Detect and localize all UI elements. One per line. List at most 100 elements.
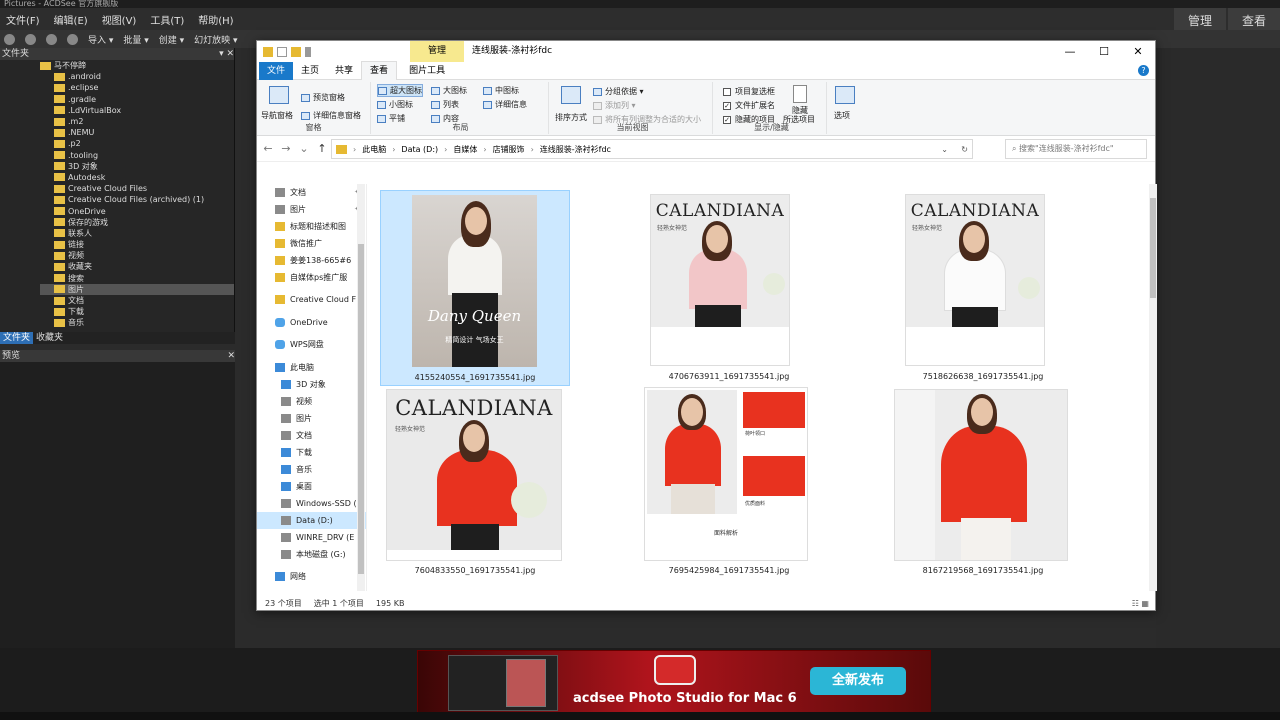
crumb-current[interactable]: 连线服装-涤衬衫fdc xyxy=(540,144,611,155)
nav-item[interactable]: Creative Cloud F xyxy=(257,291,366,308)
address-dropdown-icon[interactable]: ⌄ xyxy=(941,145,948,154)
up-icon[interactable] xyxy=(67,33,78,45)
recent-chevron-icon[interactable]: ⌄ xyxy=(297,142,311,155)
tab-share[interactable]: 共享 xyxy=(327,62,361,80)
tab-manage[interactable]: 管理 xyxy=(410,41,464,62)
folder-tree-item[interactable]: .eclipse xyxy=(40,82,234,93)
nav-scrollbar[interactable] xyxy=(357,184,365,591)
up-arrow-icon[interactable]: ↑ xyxy=(315,142,329,155)
forward-arrow-icon[interactable]: → xyxy=(279,142,293,155)
import-button[interactable]: 导入 ▾ xyxy=(88,33,113,46)
folder-tree-item[interactable]: .android xyxy=(40,71,234,82)
preview-pane-button[interactable]: 预览窗格 xyxy=(301,92,345,103)
nav-pane-button[interactable]: 导航窗格 xyxy=(261,110,293,121)
address-bar[interactable]: › 此电脑 › Data (D:) › 自媒体 › 店铺服饰 › 连线服装-涤衬衫fdc … xyxy=(331,139,973,159)
nav-item[interactable]: Data (D:) xyxy=(257,511,366,529)
back-arrow-icon[interactable]: ← xyxy=(261,142,275,155)
mode-manage-tab[interactable]: 管理 xyxy=(1173,8,1226,30)
slideshow-button[interactable]: 幻灯放映 ▾ xyxy=(194,33,237,46)
folder-tree-item[interactable]: .tooling xyxy=(40,150,234,161)
maximize-button[interactable]: ☐ xyxy=(1087,41,1121,62)
customize-icon[interactable] xyxy=(305,46,311,57)
view-toggle-icons[interactable]: ☷ ▦ xyxy=(1132,595,1149,612)
nav-item[interactable]: 音乐 xyxy=(257,461,366,478)
nav-item[interactable]: WINRE_DRV (E xyxy=(257,529,366,546)
close-icon[interactable]: ✕ xyxy=(227,350,235,362)
layout-large-icons[interactable]: 大图标 xyxy=(431,85,467,96)
folder-tree-item[interactable]: .m2 xyxy=(40,116,234,127)
refresh-icon[interactable]: ↻ xyxy=(961,145,968,154)
folder-tree-item[interactable]: .p2 xyxy=(40,138,234,149)
tab-folders[interactable]: 文件夹 xyxy=(0,332,34,344)
content-scrollbar[interactable] xyxy=(1149,184,1157,591)
folder-tree-item[interactable]: 文档 xyxy=(40,295,234,306)
menu-tools[interactable]: 工具(T) xyxy=(150,12,184,27)
pin-icon[interactable]: ▾ ✕ xyxy=(219,48,234,60)
crumb-data-drive[interactable]: Data (D:) xyxy=(401,145,438,154)
nav-item[interactable]: 桌面 xyxy=(257,478,366,495)
nav-item[interactable]: 文档 xyxy=(257,427,366,444)
folder-tree-item[interactable]: 音乐 xyxy=(40,317,234,328)
folder-tree-item[interactable]: 保存的游戏 xyxy=(40,217,234,228)
nav-item[interactable]: 图片✦ xyxy=(257,201,366,218)
tab-file[interactable]: 文件 xyxy=(259,61,294,80)
new-folder-icon[interactable] xyxy=(291,46,301,57)
folder-tree-item[interactable]: 链接 xyxy=(40,239,234,250)
nav-item[interactable]: 视频 xyxy=(257,393,366,410)
folder-tree-item[interactable]: Creative Cloud Files xyxy=(40,183,234,194)
menu-view[interactable]: 视图(V) xyxy=(102,12,137,27)
close-button[interactable]: ✕ xyxy=(1121,41,1155,62)
options-button[interactable]: 选项 xyxy=(834,110,850,121)
tab-view[interactable]: 查看 xyxy=(361,61,398,80)
crumb-shop[interactable]: 店铺服饰 xyxy=(493,144,525,155)
folder-tree-item[interactable]: 图片 xyxy=(40,283,234,295)
nav-item[interactable]: 文档✦ xyxy=(257,184,366,201)
tab-home[interactable]: 主页 xyxy=(293,62,327,80)
item-checkboxes-checkbox[interactable] xyxy=(723,87,731,96)
nav-item[interactable]: 标题和描述和图 xyxy=(257,218,366,235)
help-icon[interactable]: ? xyxy=(1138,65,1149,76)
nav-item[interactable]: WPS网盘 xyxy=(257,336,366,353)
nav-item[interactable]: 自媒体ps推广服 xyxy=(257,269,366,286)
minimize-button[interactable]: — xyxy=(1053,41,1087,62)
properties-icon[interactable] xyxy=(277,46,287,57)
folder-tree-item[interactable]: 3D 对象 xyxy=(40,161,234,172)
nav-item[interactable]: 本地磁盘 (G:) xyxy=(257,546,366,563)
layout-list[interactable]: 列表 xyxy=(431,99,459,110)
nav-item[interactable]: OneDrive xyxy=(257,314,366,331)
file-tile[interactable]: 8167219568_1691735541.jpg xyxy=(888,387,1078,583)
details-pane-button[interactable]: 详细信息窗格 xyxy=(301,110,361,121)
nav-item[interactable]: 姜姜138-665#6 xyxy=(257,252,366,269)
file-tile[interactable]: CALANDIANA 轻熟女神范 4706763911_1691735541.j… xyxy=(634,190,824,386)
crumb-media[interactable]: 自媒体 xyxy=(453,144,477,155)
folder-tree-item[interactable]: .gradle xyxy=(40,94,234,105)
promo-button[interactable]: 全新发布 xyxy=(810,667,906,695)
folder-tree-item[interactable]: 搜索 xyxy=(40,273,234,284)
folder-tree-item[interactable]: .LdVirtualBox xyxy=(40,105,234,116)
nav-item[interactable]: 微信推广 xyxy=(257,235,366,252)
file-tile[interactable]: Dany Queen 精简设计 气场女王 4155240554_16917355… xyxy=(380,190,570,386)
nav-item[interactable]: 此电脑 xyxy=(257,359,366,376)
home-icon[interactable] xyxy=(4,33,15,45)
nav-scroll-thumb[interactable] xyxy=(358,244,364,574)
search-input[interactable]: ⌕ 搜索"连线服装-涤衬衫fdc" xyxy=(1005,139,1147,159)
file-tile[interactable]: CALANDIANA 轻熟女神范 7518626638_1691735541.j… xyxy=(888,190,1078,386)
forward-icon[interactable] xyxy=(46,33,57,45)
back-icon[interactable] xyxy=(25,33,36,45)
nav-item[interactable]: 3D 对象 xyxy=(257,376,366,393)
folder-tree-item[interactable]: 下载 xyxy=(40,306,234,317)
nav-item[interactable]: 下载 xyxy=(257,444,366,461)
batch-button[interactable]: 批量 ▾ xyxy=(123,33,148,46)
crumb-this-pc[interactable]: 此电脑 xyxy=(362,144,386,155)
layout-details[interactable]: 详细信息 xyxy=(483,99,527,110)
tab-favorites[interactable]: 收藏夹 xyxy=(33,332,66,344)
promo-banner[interactable]: acdsee Photo Studio for Mac 6 全新发布 xyxy=(417,650,931,714)
folder-tree-item[interactable]: OneDrive xyxy=(40,205,234,216)
file-extensions-toggle[interactable]: ✓ 文件扩展名 xyxy=(723,100,775,111)
layout-small-icons[interactable]: 小图标 xyxy=(377,99,413,110)
content-scroll-thumb[interactable] xyxy=(1150,198,1156,298)
add-columns-button[interactable]: 添加列 ▾ xyxy=(593,100,636,111)
folder-tree-item[interactable]: Creative Cloud Files (archived) (1) xyxy=(40,194,234,205)
folder-tree-item[interactable]: 联系人 xyxy=(40,228,234,239)
folder-tree-item[interactable]: .NEMU xyxy=(40,127,234,138)
